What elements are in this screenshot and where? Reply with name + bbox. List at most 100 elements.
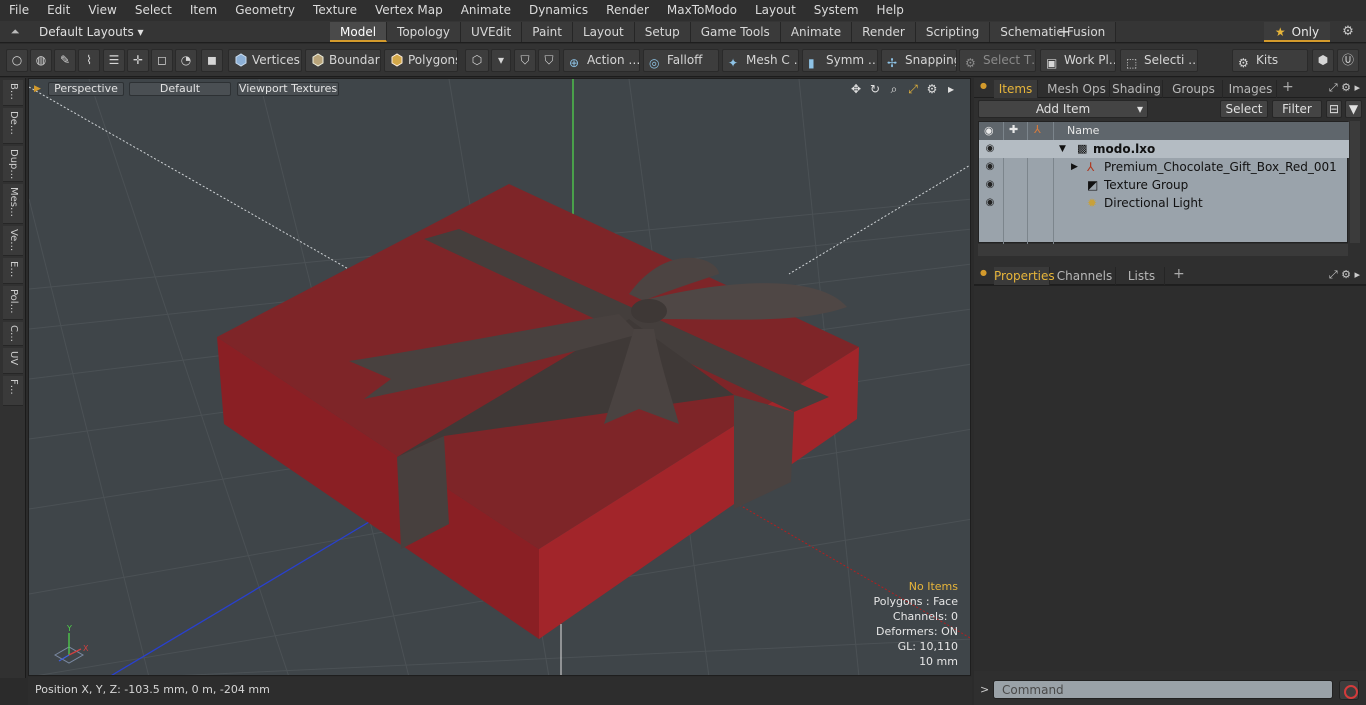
- tab-items[interactable]: Items: [994, 80, 1038, 98]
- viewport-expand-icon[interactable]: ▸: [944, 82, 958, 96]
- left-tab-mesh-edit[interactable]: Mes…: [3, 184, 23, 224]
- visibility-eye-icon[interactable]: ◉: [983, 196, 997, 210]
- visibility-eye-icon[interactable]: ◉: [983, 178, 997, 192]
- tab-model[interactable]: Model: [330, 22, 388, 42]
- move-grid-icon[interactable]: ✛: [127, 49, 149, 72]
- menu-render[interactable]: Render: [597, 0, 658, 21]
- align-icon[interactable]: ☰: [103, 49, 125, 72]
- circle-select-icon[interactable]: ○: [6, 49, 28, 72]
- tab-topology[interactable]: Topology: [387, 22, 462, 42]
- rotate-icon[interactable]: ↻: [868, 82, 882, 96]
- tab-mesh-ops[interactable]: Mesh Ops: [1044, 80, 1110, 98]
- expand-arrow-icon[interactable]: ▼: [1059, 140, 1066, 158]
- work-plane-button[interactable]: ▣ Work Pl…: [1040, 49, 1116, 72]
- left-tab-uv[interactable]: UV: [3, 348, 23, 374]
- collapse-icon[interactable]: ⊟: [1326, 100, 1342, 118]
- tab-schematic-fusion[interactable]: Schematic Fusion: [990, 22, 1117, 42]
- clock-icon[interactable]: ◔: [175, 49, 197, 72]
- add-panel-tab-button[interactable]: +: [1173, 266, 1185, 282]
- unreal-icon[interactable]: Ⓤ: [1337, 49, 1359, 72]
- tab-shading[interactable]: Shading: [1111, 80, 1163, 98]
- item-row-scene[interactable]: ◉ ▼ ▩ modo.lxo: [979, 140, 1349, 158]
- only-toggle[interactable]: ★ Only: [1264, 22, 1330, 42]
- expand-arrow-icon[interactable]: ▶: [1071, 158, 1078, 176]
- item-row-light[interactable]: ◉ ✹ Directional Light: [979, 194, 1349, 212]
- record-macro-icon[interactable]: [1339, 680, 1359, 700]
- menu-geometry[interactable]: Geometry: [226, 0, 304, 21]
- select-button[interactable]: Select: [1220, 100, 1268, 118]
- add-tab-button[interactable]: +: [1056, 22, 1072, 42]
- left-tab-duplicate[interactable]: Dup…: [3, 146, 23, 182]
- view-mode-button[interactable]: Perspective: [48, 82, 124, 96]
- pan-icon[interactable]: ✥: [849, 82, 863, 96]
- pen-icon[interactable]: ✎: [54, 49, 76, 72]
- 3d-viewport[interactable]: ▶ Perspective Default Viewport Textures …: [28, 78, 971, 676]
- menu-vertex-map[interactable]: Vertex Map: [366, 0, 452, 21]
- menu-edit[interactable]: Edit: [38, 0, 79, 21]
- tab-lists[interactable]: Lists: [1119, 267, 1165, 285]
- boundary-button[interactable]: Boundary: [305, 49, 381, 72]
- menu-texture[interactable]: Texture: [304, 0, 366, 21]
- viewport-gear-icon[interactable]: ⚙: [925, 82, 939, 96]
- panel-menu-icon[interactable]: ●: [980, 268, 987, 277]
- left-tab-fusion[interactable]: F…: [3, 376, 23, 406]
- tab-groups[interactable]: Groups: [1165, 80, 1223, 98]
- chevron-down-icon[interactable]: ▾: [491, 49, 511, 72]
- tab-uvedit[interactable]: UVEdit: [461, 22, 523, 42]
- tab-layout[interactable]: Layout: [572, 22, 635, 42]
- visibility-eye-icon[interactable]: ◉: [983, 160, 997, 174]
- menu-item[interactable]: Item: [181, 0, 226, 21]
- column-name-header[interactable]: Name: [1067, 124, 1099, 137]
- add-item-button[interactable]: Add Item ▾: [978, 100, 1148, 118]
- panel-options-icons[interactable]: ⤢ ⚙ ▸: [1329, 81, 1360, 95]
- add-panel-tab-button[interactable]: +: [1282, 79, 1294, 95]
- viewport-menu-arrow-icon[interactable]: ▶: [34, 84, 41, 94]
- tab-render[interactable]: Render: [852, 22, 916, 42]
- symmetry-button[interactable]: ▮ Symm …: [802, 49, 878, 72]
- kits-button[interactable]: ⚙ Kits: [1232, 49, 1308, 72]
- tab-setup[interactable]: Setup: [634, 22, 691, 42]
- filter-button[interactable]: Filter: [1272, 100, 1322, 118]
- left-tab-vertex[interactable]: Ve…: [3, 226, 23, 256]
- layouts-dropdown[interactable]: Default Layouts ▾: [39, 24, 144, 40]
- command-input[interactable]: [993, 680, 1333, 699]
- cube-icon[interactable]: ◼: [201, 49, 223, 72]
- tab-paint[interactable]: Paint: [522, 22, 573, 42]
- visibility-eye-icon[interactable]: ◉: [983, 142, 997, 156]
- globe-icon[interactable]: ◍: [30, 49, 52, 72]
- panel-options-icons[interactable]: ⤢ ⚙ ▸: [1329, 268, 1360, 282]
- menu-maxtomodo[interactable]: MaxToModo: [658, 0, 746, 21]
- funnel-icon[interactable]: ▼: [1345, 100, 1362, 118]
- shield-icon[interactable]: ⛉: [514, 49, 536, 72]
- falloff-button[interactable]: ◎ Falloff: [643, 49, 719, 72]
- shading-mode-button[interactable]: Default: [129, 82, 231, 96]
- layout-expand-icon[interactable]: ⏶: [8, 25, 22, 39]
- snapping-button[interactable]: ✢ Snapping: [881, 49, 957, 72]
- action-center-button[interactable]: ⊕ Action …: [563, 49, 640, 72]
- vertices-button[interactable]: Vertices: [228, 49, 302, 72]
- left-tab-curve[interactable]: C…: [3, 322, 23, 346]
- menu-animate[interactable]: Animate: [452, 0, 520, 21]
- menu-file[interactable]: File: [0, 0, 38, 21]
- selection-sets-button[interactable]: ⬚ Selecti …: [1120, 49, 1198, 72]
- items-vertical-scrollbar[interactable]: [1350, 121, 1360, 243]
- menu-help[interactable]: Help: [868, 0, 913, 21]
- left-tab-deform[interactable]: De…: [3, 108, 23, 144]
- mesh-constraint-button[interactable]: ✦ Mesh C …: [722, 49, 799, 72]
- gear-icon[interactable]: ⚙: [1340, 24, 1356, 40]
- square-icon[interactable]: ◻: [151, 49, 173, 72]
- zoom-icon[interactable]: ⌕: [887, 82, 901, 96]
- item-row-mesh[interactable]: ◉ ▶ ⅄ Premium_Chocolate_Gift_Box_Red_001: [979, 158, 1349, 176]
- tab-scripting[interactable]: Scripting: [915, 22, 991, 42]
- tab-images[interactable]: Images: [1225, 80, 1277, 98]
- item-row-texture-group[interactable]: ◉ ◩ Texture Group: [979, 176, 1349, 194]
- left-tab-edge[interactable]: E…: [3, 258, 23, 284]
- select-through-button[interactable]: ⚙ Select T…: [959, 49, 1036, 72]
- tab-channels[interactable]: Channels: [1054, 267, 1116, 285]
- menu-layout[interactable]: Layout: [746, 0, 805, 21]
- menu-dynamics[interactable]: Dynamics: [520, 0, 597, 21]
- left-tab-polygon[interactable]: Pol…: [3, 286, 23, 320]
- panel-menu-icon[interactable]: ●: [980, 81, 987, 90]
- tab-game-tools[interactable]: Game Tools: [690, 22, 781, 42]
- brush-icon[interactable]: ⌇: [78, 49, 100, 72]
